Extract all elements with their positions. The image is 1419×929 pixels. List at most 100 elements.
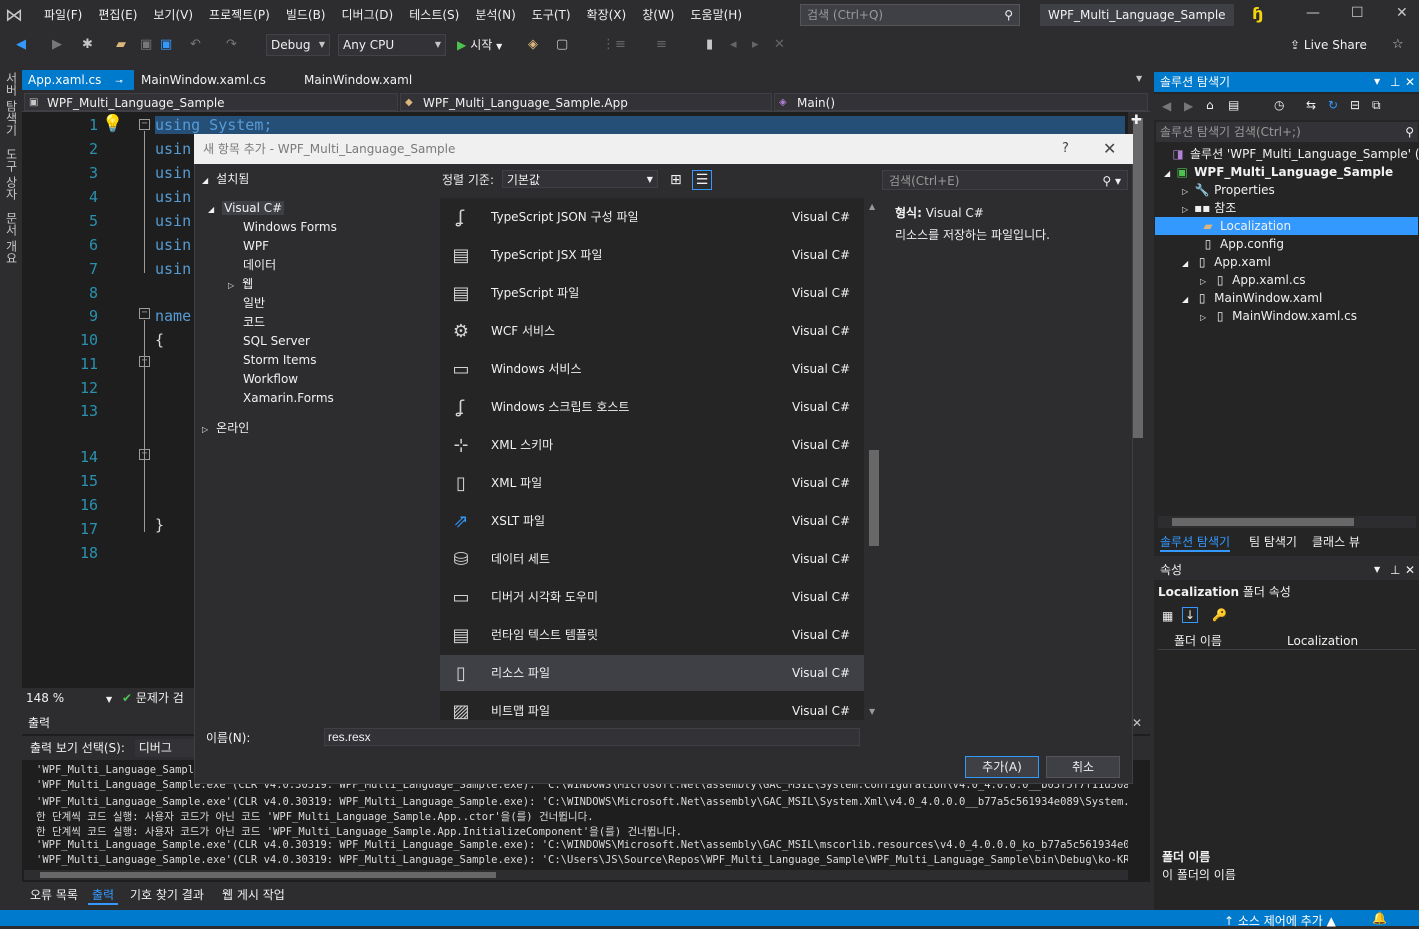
menu-project[interactable]: 프로젝트(P) [201, 0, 278, 30]
menu-debug[interactable]: 디버그(D) [334, 0, 402, 30]
tree-localization[interactable]: ▰ Localization [1155, 217, 1418, 235]
notification-bell-icon[interactable]: 🔔 [1372, 911, 1387, 925]
template-item[interactable]: ▭ Windows 서비스 Visual C# [440, 351, 864, 387]
properties-object-selector[interactable]: Localization 폴더 속성 [1158, 582, 1416, 602]
template-item[interactable]: ⚙ WCF 서비스 Visual C# [440, 313, 864, 349]
tree-mainwindow-xaml-cs[interactable]: ▷ ▯ MainWindow.xaml.cs [1200, 307, 1357, 325]
category-xamarin-forms[interactable]: Xamarin.Forms [243, 389, 334, 407]
list-view-icon[interactable]: ☰ [692, 170, 712, 190]
redo-icon[interactable]: ↷ [226, 37, 237, 52]
chevron-down-icon[interactable]: ▼ [1374, 560, 1380, 580]
platform-combo[interactable]: Any CPU ▼ [338, 34, 446, 56]
source-control-button[interactable]: ↑ 소스 제어에 추가 ▲ [1224, 912, 1336, 929]
server-explorer-tab[interactable]: 서버 탐색기 [3, 72, 20, 136]
property-pages-icon[interactable]: 🔑 [1212, 608, 1227, 622]
tree-references[interactable]: ▷ ▪▪ 참조 [1182, 199, 1236, 217]
step-icon[interactable]: ⋮≡ [602, 37, 626, 52]
category-web[interactable]: ▷ 웹 [228, 275, 253, 293]
template-item[interactable]: ▤ TypeScript 파일 Visual C# [440, 275, 864, 311]
document-outline-tab[interactable]: 문서 개요 [3, 212, 20, 264]
pending-changes-icon[interactable]: ◷ [1274, 98, 1284, 112]
maximize-icon[interactable]: ☐ [1351, 5, 1364, 21]
property-value[interactable]: Localization [1287, 632, 1358, 650]
menu-analyze[interactable]: 분석(N) [467, 0, 523, 30]
save-icon[interactable]: ▣ [140, 37, 152, 52]
member-navigation-combo[interactable]: ◈ Main() [774, 93, 1148, 111]
editor-scroll-thumb[interactable] [1133, 118, 1143, 438]
collapse-icon[interactable]: − [139, 119, 150, 130]
show-all-files-icon[interactable]: ⧉ [1372, 98, 1381, 113]
template-item[interactable]: ▭ 디버거 시각화 도우미 Visual C# [440, 579, 864, 615]
template-item[interactable]: ʆ Windows 스크립트 호스트 Visual C# [440, 389, 864, 425]
tab-find-symbol-results[interactable]: 기호 찾기 결과 [126, 885, 208, 905]
close-icon[interactable]: ✕ [1405, 560, 1415, 580]
category-wpf[interactable]: WPF [243, 237, 269, 255]
pin-icon[interactable]: ⊥ [1390, 72, 1400, 92]
split-editor-icon[interactable]: ✚ [1131, 113, 1142, 128]
template-item[interactable]: ⊹ XML 스키마 Visual C# [440, 427, 864, 463]
app-insights-icon[interactable]: ▢ [556, 37, 568, 52]
menu-tools[interactable]: 도구(T) [524, 0, 579, 30]
lightbulb-icon[interactable]: 💡 [102, 114, 123, 134]
switch-views-icon[interactable]: ▤ [1228, 98, 1239, 112]
tab-web-publish[interactable]: 웹 게시 작업 [218, 885, 289, 905]
start-debug-button[interactable]: ▶ 시작 ▼ [457, 34, 502, 56]
tab-mainwindow-xaml-cs[interactable]: MainWindow.xaml.cs [135, 70, 272, 90]
back-icon[interactable]: ◀ [1162, 99, 1171, 113]
new-project-icon[interactable]: ✱ [82, 37, 93, 52]
bookmark-icon[interactable]: ▮ [706, 37, 713, 52]
tab-output[interactable]: 출력 [88, 885, 119, 905]
clear-bookmark-icon[interactable]: ✕ [774, 37, 785, 52]
menu-extensions[interactable]: 확장(X) [579, 0, 635, 30]
browser-link-icon[interactable]: ◈ [528, 37, 538, 52]
category-windows-forms[interactable]: Windows Forms [243, 218, 337, 236]
tree-app-config[interactable]: ▯ App.config [1200, 235, 1284, 253]
menu-help[interactable]: 도움말(H) [683, 0, 751, 30]
code-line-3[interactable]: usin [155, 164, 191, 182]
save-all-icon[interactable]: ▣ [160, 37, 172, 52]
tab-solution-explorer[interactable]: 솔루션 탐색기 [1160, 532, 1231, 552]
template-item-selected[interactable]: ▯ 리소스 파일 Visual C# [440, 655, 864, 691]
tree-project[interactable]: ◢ ▣ WPF_Multi_Language_Sample [1164, 163, 1393, 181]
code-line-7[interactable]: usin [155, 260, 191, 278]
open-folder-icon[interactable]: ▰ [116, 37, 126, 52]
collapse-icon[interactable]: − [139, 308, 150, 319]
tree-visual-csharp[interactable]: ◢ Visual C# [208, 199, 285, 217]
live-share-button[interactable]: ⇪ Live Share [1290, 34, 1367, 56]
toolbox-tab[interactable]: 도구 상자 [3, 148, 20, 200]
template-item[interactable]: ▯ XML 파일 Visual C# [440, 465, 864, 501]
scroll-down-icon[interactable]: ▼ [869, 707, 875, 716]
output-scroll-thumb[interactable] [40, 872, 496, 878]
feedback-icon[interactable]: ☆ [1392, 37, 1404, 52]
chevron-down-icon[interactable]: ▼ [1374, 72, 1380, 92]
cancel-button[interactable]: 취소 [1046, 756, 1120, 778]
menu-edit[interactable]: 편집(E) [90, 0, 145, 30]
refresh-icon[interactable]: ↻ [1328, 98, 1338, 112]
comment-icon[interactable]: ≡ [656, 37, 667, 52]
template-item[interactable]: ⛁ 데이터 세트 Visual C# [440, 541, 864, 577]
tree-solution[interactable]: ◨ 솔루션 'WPF_Multi_Language_Sample' (1/1 [1170, 145, 1419, 163]
menu-build[interactable]: 빌드(B) [278, 0, 334, 30]
zoom-level[interactable]: 148 % [26, 691, 64, 705]
undo-icon[interactable]: ↶ [190, 37, 201, 52]
template-search-input[interactable]: 검색(Ctrl+E) ⚲ ▾ [882, 170, 1128, 190]
code-line-1[interactable]: using System; [155, 116, 1125, 134]
template-item[interactable]: ʆ TypeScript JSON 구성 파일 Visual C# [440, 199, 864, 235]
pin-icon[interactable]: ⊥ [1390, 560, 1400, 580]
close-icon[interactable]: ✕ [1405, 72, 1415, 92]
small-icons-view-icon[interactable]: ⊞ [670, 172, 682, 188]
template-item[interactable]: ⇗ XSLT 파일 Visual C# [440, 503, 864, 539]
code-line-5[interactable]: usin [155, 212, 191, 230]
tree-online[interactable]: ▷ 온라인 [202, 419, 249, 437]
live-share-pin-icon[interactable]: ɧ [1252, 4, 1263, 23]
tab-class-view[interactable]: 클래스 뷰 [1312, 532, 1360, 552]
menu-file[interactable]: 파일(F) [36, 0, 90, 30]
menu-test[interactable]: 테스트(S) [401, 0, 467, 30]
template-item[interactable]: ▤ TypeScript JSX 파일 Visual C# [440, 237, 864, 273]
menu-view[interactable]: 보기(V) [145, 0, 201, 30]
help-button[interactable]: ? [1062, 134, 1069, 164]
template-item[interactable]: ▨ 비트맵 파일 Visual C# [440, 693, 864, 720]
code-line-10[interactable]: { [155, 331, 164, 349]
category-workflow[interactable]: Workflow [243, 370, 298, 388]
code-line-9[interactable]: name [155, 307, 191, 325]
